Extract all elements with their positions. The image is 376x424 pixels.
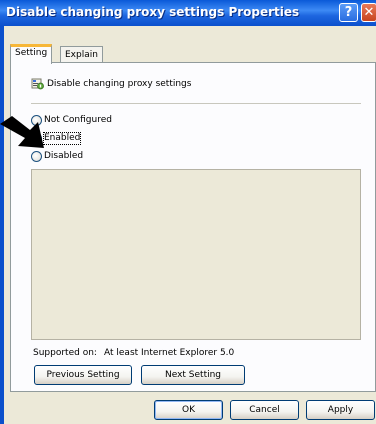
pointer-arrow-icon — [0, 116, 44, 148]
supported-on-value: At least Internet Explorer 5.0 — [104, 348, 235, 358]
ok-button[interactable]: OK — [154, 400, 223, 420]
options-area — [31, 169, 361, 340]
close-button[interactable]: ✕ — [361, 3, 376, 22]
policy-title: Disable changing proxy settings — [47, 79, 192, 89]
window-title: Disable changing proxy settings Properti… — [6, 5, 300, 19]
previous-setting-button[interactable]: Previous Setting — [34, 365, 132, 385]
separator — [31, 103, 361, 104]
radio-disabled-label[interactable]: Disabled — [44, 151, 83, 162]
tab-setting[interactable]: Setting — [10, 44, 53, 64]
supported-on-label: Supported on: — [33, 348, 97, 358]
cancel-button[interactable]: Cancel — [230, 400, 299, 420]
apply-button[interactable]: Apply — [306, 400, 375, 420]
help-button[interactable]: ? — [339, 3, 358, 22]
radio-enabled-label[interactable]: Enabled — [42, 132, 82, 145]
radio-not-configured-label[interactable]: Not Configured — [44, 115, 112, 126]
policy-setting-icon — [31, 78, 44, 90]
properties-dialog: Disable changing proxy settings Properti… — [0, 0, 376, 424]
next-setting-button[interactable]: Next Setting — [141, 365, 245, 385]
title-bar[interactable]: Disable changing proxy settings Properti… — [0, 0, 376, 26]
